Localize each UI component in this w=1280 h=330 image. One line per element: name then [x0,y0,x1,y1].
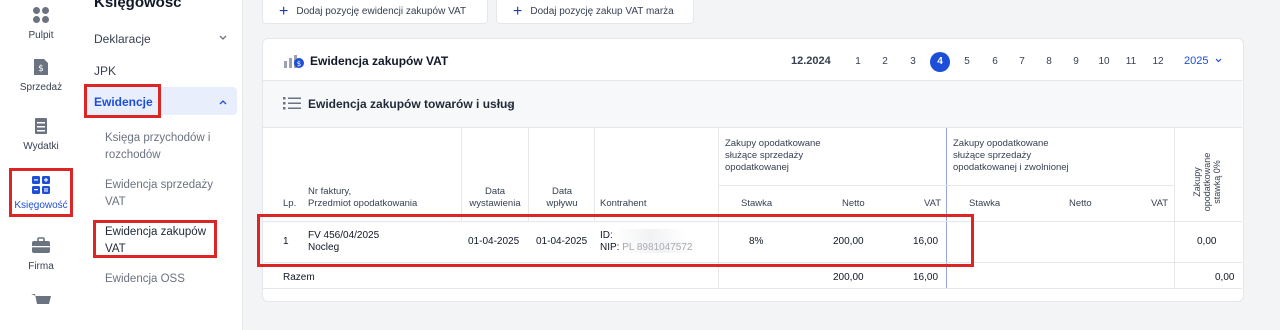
header-data-wplywu: Data wpływu [532,186,592,210]
subitem-line: rozchodów [105,149,161,161]
rail-label: Wydatki [23,141,59,152]
subitem-line: Ewidencja sprzedaży [105,179,214,191]
header-nr-faktury: Nr faktury, Przedmiot opodatkowania [308,186,417,210]
header-line: służące sprzedaży [953,150,1032,161]
briefcase-icon [32,237,50,253]
header-group-taxed: Zakupy opodatkowane służące sprzedaży op… [725,138,821,174]
header-line: wystawienia [469,198,521,209]
main-nav-rail: Pulpit $ Sprzedaż Wydatki Księgowość Fir… [0,0,83,330]
chevron-down-icon[interactable] [1215,58,1222,63]
month-button-9[interactable]: 9 [1066,52,1086,72]
header-vat-2: VAT [1151,198,1169,209]
invoice-dollar-icon: $ [34,59,48,75]
receipt-icon [35,118,47,134]
column-divider [594,128,595,221]
svg-text:$: $ [38,64,44,74]
sidebar-title: Księgowośc [94,0,182,11]
svg-text:$: $ [297,60,301,68]
period-label: 12.2024 [791,55,831,67]
rail-item-firma[interactable]: Firma [0,237,82,272]
card-title: Ewidencja zakupów VAT [310,54,449,68]
highlight-box [257,214,974,267]
month-button-2[interactable]: 2 [875,52,895,72]
column-divider [461,128,462,221]
year-select[interactable]: 2025 [1184,55,1208,67]
sidebar-item-deklaracje[interactable]: Deklaracje [94,32,151,46]
rail-item-wydatki[interactable]: Wydatki [0,117,82,152]
highlight-box [93,220,217,258]
header-line: opodatkowane [1202,152,1212,212]
sidebar-subitem-ksiega[interactable]: Księga przychodów i rozchodów [105,130,210,164]
month-button-5[interactable]: 5 [957,52,977,72]
divider [718,185,1174,186]
cart-icon[interactable] [31,294,51,306]
header-kontrahent: Kontrahent [600,198,647,209]
header-netto: Netto [842,198,865,209]
header-data-wystawienia: Data wystawienia [465,186,525,210]
footer-vat: 16,00 [913,272,939,283]
column-divider [528,128,529,221]
sidebar-subitem-oss[interactable]: Ewidencja OSS [105,271,185,288]
header-netto-2: Netto [1069,198,1092,209]
header-line: Nr faktury, [308,186,352,197]
chevron-down-icon[interactable] [219,35,227,41]
footer-zero-rate: 0,00 [1215,272,1235,283]
header-stawka: Stawka [741,198,773,209]
header-line: wpływu [546,198,578,209]
month-button-12[interactable]: 12 [1148,52,1168,72]
header-group-mixed: Zakupy opodatkowane służące sprzedaży op… [953,138,1069,174]
rail-label: Sprzedaż [19,82,63,93]
plus-icon: + [279,2,289,20]
header-line: Data [484,186,506,197]
month-button-4[interactable]: 4 [930,52,950,72]
footer-netto: 200,00 [833,272,864,283]
divider [263,127,1242,128]
rail-label: Pulpit [28,30,54,41]
add-margin-vat-button[interactable]: + Dodaj pozycję zakup VAT marża [496,0,694,24]
section-title[interactable]: Ewidencja zakupów towarów i usług [308,97,515,111]
sidebar-subitem-sprzedazy[interactable]: Ewidencja sprzedaży VAT [105,177,213,211]
header-line: Data [551,186,573,197]
header-zero-rate: Zakupy opodatkowane stawką 0% [1175,143,1241,217]
button-label: Dodaj pozycję ewidencji zakupów VAT [296,6,467,17]
dashboard-icon [33,7,49,23]
list-icon [283,97,301,110]
sidebar-item-jpk[interactable]: JPK [94,64,116,78]
cell-zero-rate: 0,00 [1197,236,1217,247]
header-line: stawką 0% [1212,160,1222,204]
footer-label: Razem [283,272,315,283]
header-line: Zakupy opodatkowane [953,138,1049,149]
header-line: Zakupy opodatkowane [725,138,821,149]
divider [263,288,1242,289]
header-line: opodatkowanej i zwolnionej [953,162,1069,173]
rail-item-pulpit[interactable]: Pulpit [0,6,82,41]
rail-label: Firma [28,261,54,272]
header-stawka-2: Stawka [969,198,1001,209]
month-button-11[interactable]: 11 [1121,52,1141,72]
month-button-6[interactable]: 6 [985,52,1005,72]
header-line: Zakupy [1192,167,1202,197]
month-button-1[interactable]: 1 [848,52,868,72]
subitem-line: VAT [105,196,126,208]
highlight-box [9,168,73,217]
button-label: Dodaj pozycję zakup VAT marża [530,6,674,17]
header-vat: VAT [924,198,942,209]
month-button-7[interactable]: 7 [1012,52,1032,72]
month-button-10[interactable]: 10 [1094,52,1114,72]
subitem-line: Księga przychodów i [105,132,211,144]
chevron-up-icon[interactable] [506,102,513,107]
month-button-3[interactable]: 3 [903,52,923,72]
rail-item-sprzedaz[interactable]: $ Sprzedaż [0,58,82,93]
highlight-box [84,84,161,118]
plus-icon: + [513,2,523,20]
chevron-up-icon[interactable] [219,99,227,105]
header-line: służące sprzedaży [725,150,804,161]
header-lp: Lp. [283,198,297,209]
chart-coin-icon: $ [284,55,304,68]
add-vat-entry-button[interactable]: + Dodaj pozycję ewidencji zakupów VAT [262,0,488,24]
header-line: opodatkowanej [725,162,789,173]
month-button-8[interactable]: 8 [1039,52,1059,72]
header-line: Przedmiot opodatkowania [308,198,418,209]
